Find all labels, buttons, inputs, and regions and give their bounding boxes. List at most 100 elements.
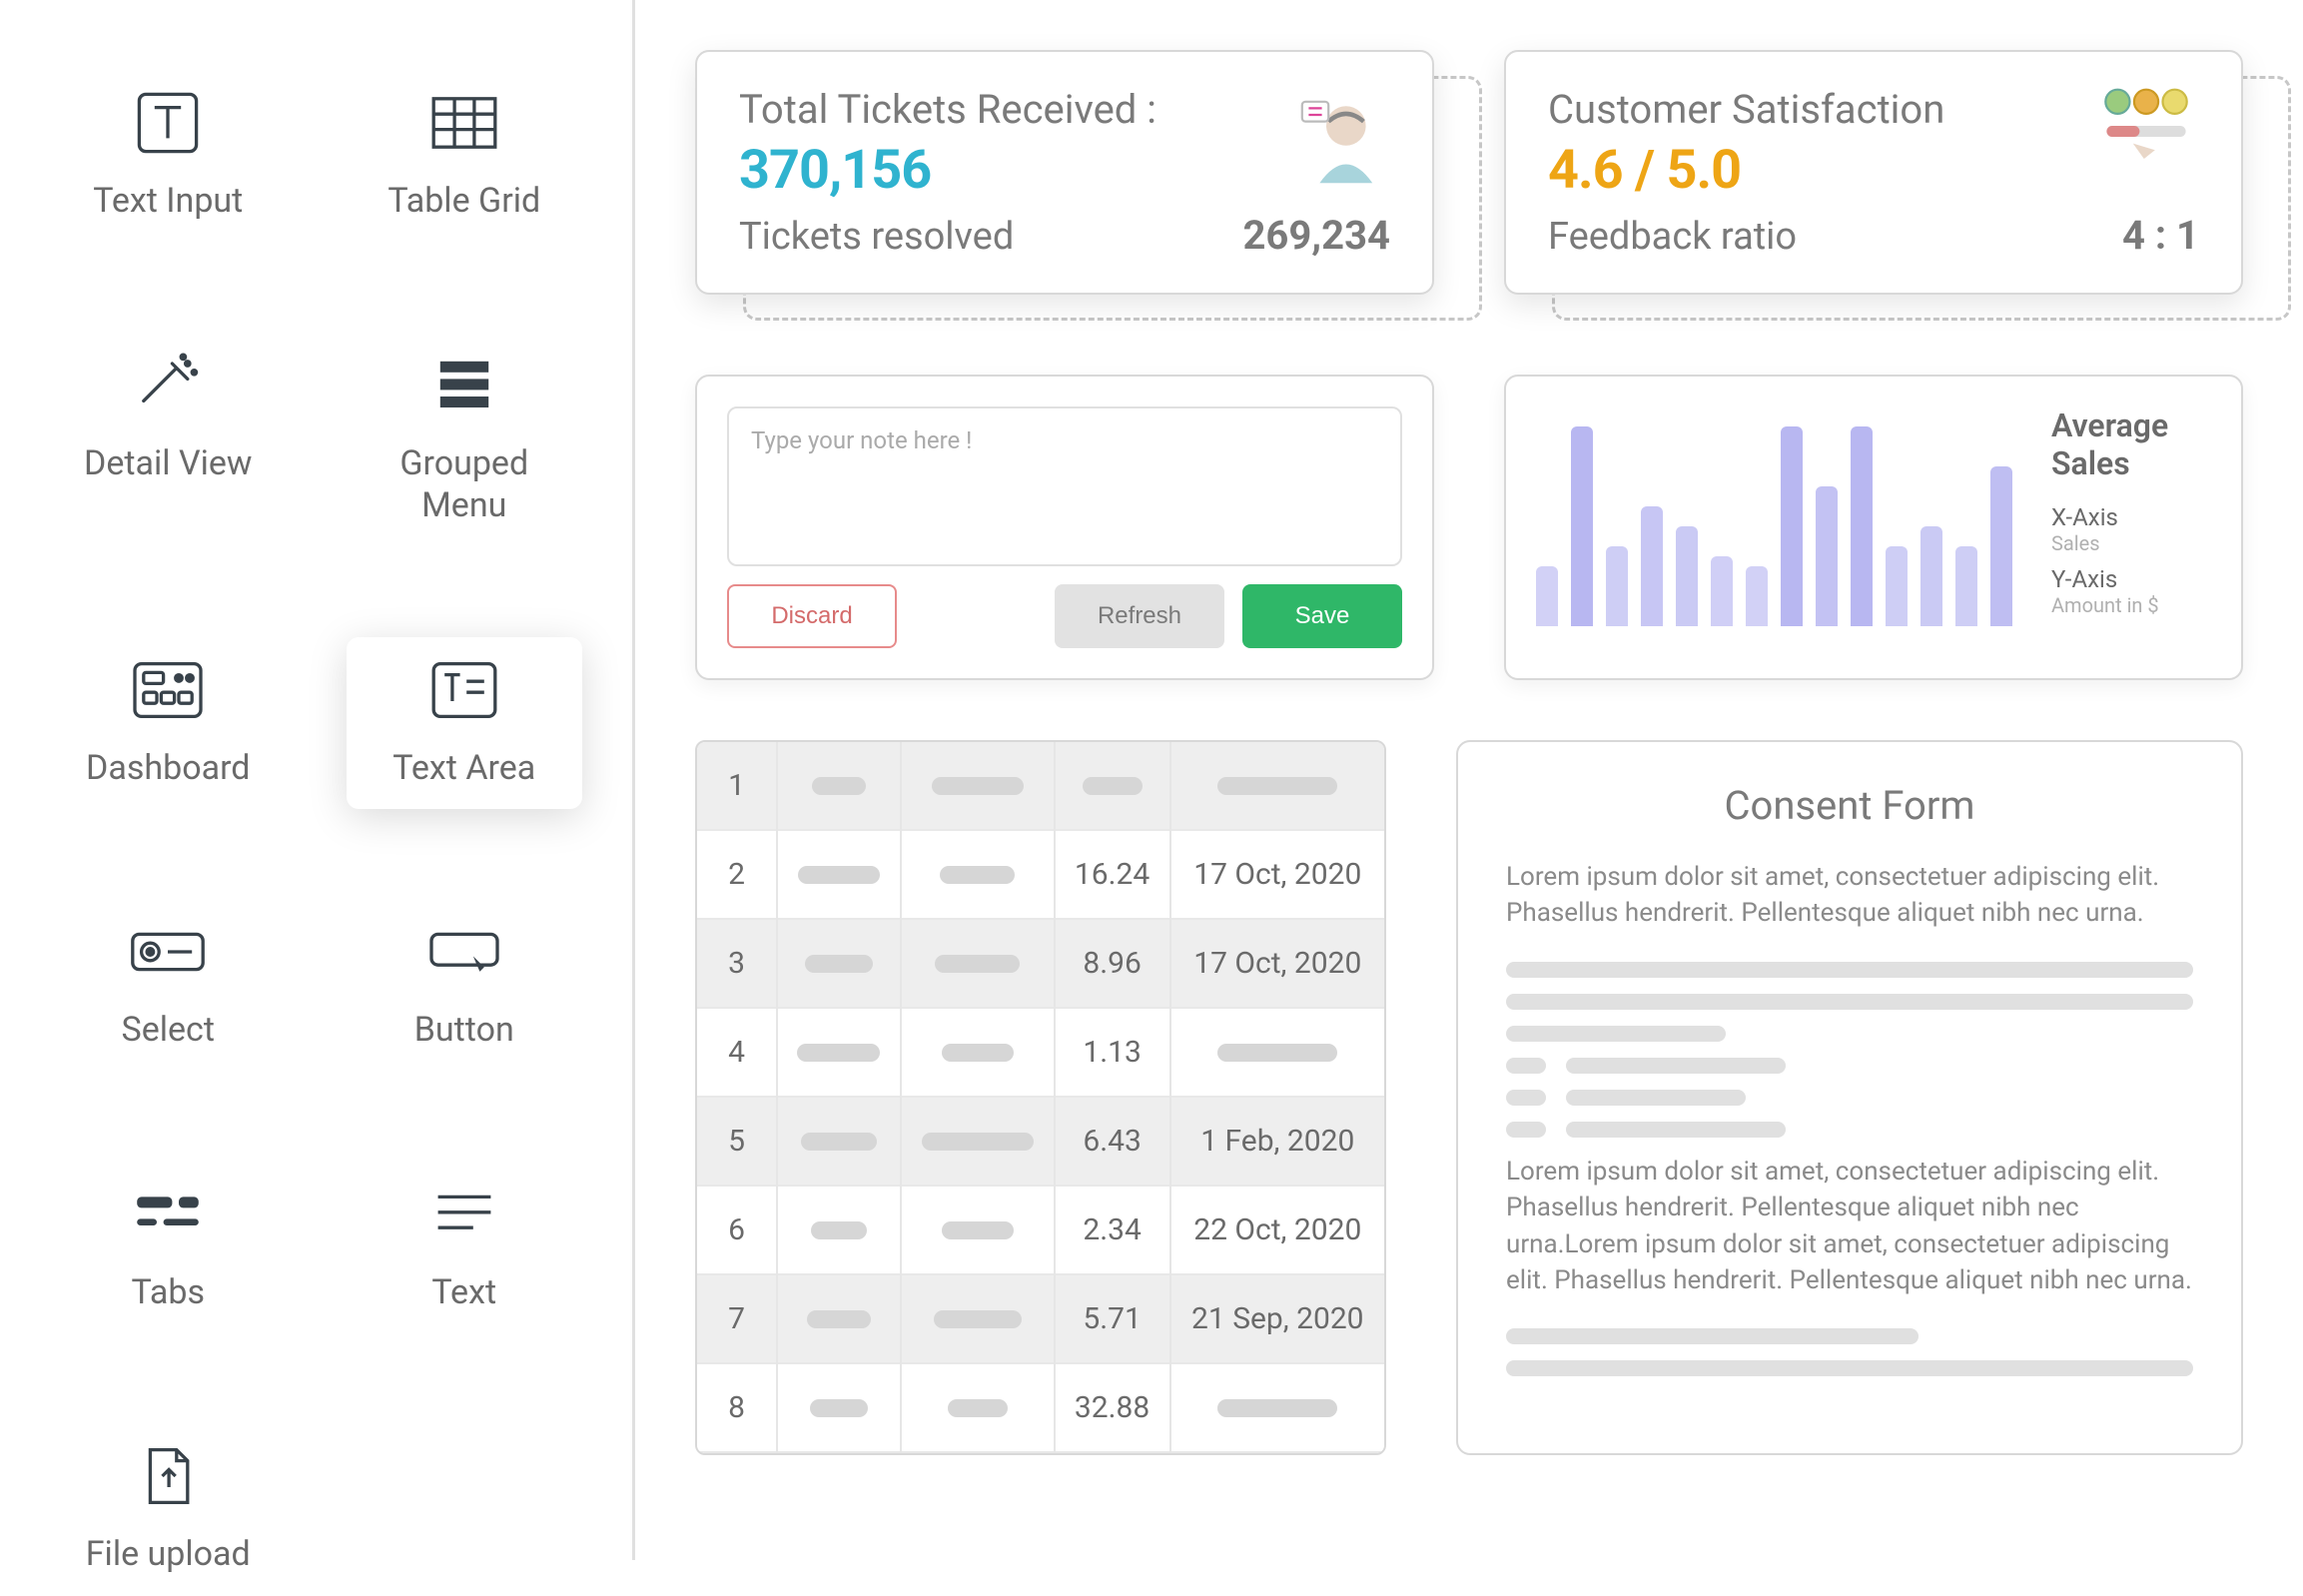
button-icon — [419, 919, 509, 985]
file-upload-icon — [123, 1443, 213, 1509]
cell-placeholder — [777, 830, 901, 919]
cell-placeholder — [901, 830, 1055, 919]
widget-label: Detail View — [84, 442, 252, 485]
table-row[interactable]: 1 — [697, 742, 1384, 830]
placeholder-blob — [1506, 1122, 1546, 1138]
tickets-card[interactable]: Total Tickets Received : 370,156 Tickets… — [695, 50, 1434, 295]
widget-dashboard[interactable]: Dashboard — [50, 637, 287, 810]
form-para-2: Lorem ipsum dolor sit amet, consectetuer… — [1506, 1154, 2193, 1299]
table-row[interactable]: 38.9617 Oct, 2020 — [697, 919, 1384, 1008]
table-row[interactable]: 6 2.3422 Oct, 2020 — [697, 1186, 1384, 1274]
bar-4 — [1641, 506, 1663, 626]
bar-chart — [1536, 406, 2021, 626]
widget-label: File upload — [86, 1533, 251, 1576]
widget-label: Button — [414, 1009, 514, 1052]
text-input-icon — [123, 90, 213, 156]
csat-card[interactable]: Customer Satisfaction 4.6 / 5.0 Feedback… — [1504, 50, 2243, 295]
widget-file-upload[interactable]: File upload — [50, 1423, 287, 1596]
widget-text-area[interactable]: Text Area — [347, 637, 583, 810]
widget-tabs[interactable]: Tabs — [50, 1162, 287, 1334]
bar-13 — [1955, 546, 1977, 626]
cell-value: 2.34 — [1055, 1186, 1170, 1274]
widget-text[interactable]: Text — [347, 1162, 583, 1334]
cell-date: 17 Oct, 2020 — [1170, 830, 1384, 919]
bar-12 — [1920, 526, 1942, 626]
placeholder-blob — [1566, 1058, 1786, 1074]
bar-3 — [1606, 546, 1628, 626]
grouped-menu-icon — [419, 353, 509, 418]
csat-sub-value: 4 : 1 — [2122, 212, 2199, 259]
placeholder-blob — [1506, 1090, 1546, 1106]
cell-placeholder — [901, 1363, 1055, 1452]
cell-placeholder — [777, 919, 901, 1008]
cell-placeholder — [777, 1097, 901, 1186]
bar-2 — [1571, 426, 1593, 626]
widget-detail-view[interactable]: Detail View — [50, 333, 287, 547]
widget-grouped-menu[interactable]: Grouped Menu — [347, 333, 583, 547]
table-row[interactable]: 56.431 Feb, 2020 — [697, 1097, 1384, 1186]
note-textarea[interactable]: Type your note here ! — [727, 406, 1402, 566]
placeholder-line — [1506, 1360, 2193, 1376]
cell-value: 32.88 — [1055, 1363, 1170, 1452]
consent-form: Consent Form Lorem ipsum dolor sit amet,… — [1456, 740, 2243, 1455]
placeholder-line — [1506, 962, 2193, 978]
widget-text-input[interactable]: Text Input — [50, 70, 287, 243]
cell-value: 16.24 — [1055, 830, 1170, 919]
cell-placeholder — [901, 1274, 1055, 1363]
placeholder-line — [1506, 1328, 1919, 1344]
cell-placeholder — [901, 1097, 1055, 1186]
row-index: 3 — [697, 919, 777, 1008]
tickets-sub-label: Tickets resolved — [739, 215, 1014, 259]
widget-button[interactable]: Button — [347, 899, 583, 1072]
tabs-icon — [123, 1182, 213, 1247]
chart-title: Average Sales — [2051, 406, 2211, 483]
x-axis-sub: Sales — [2051, 531, 2211, 555]
row-index: 2 — [697, 830, 777, 919]
widget-label: Grouped Menu — [399, 442, 528, 527]
row-index: 6 — [697, 1186, 777, 1274]
widget-label: Text Input — [93, 180, 243, 223]
y-axis-sub: Amount in $ — [2051, 593, 2211, 617]
chart-card: Average Sales X-Axis Sales Y-Axis Amount… — [1504, 375, 2243, 680]
data-table: 1216.2417 Oct, 202038.9617 Oct, 202041.1… — [695, 740, 1386, 1455]
text-area-icon — [419, 657, 509, 723]
cell-date: 22 Oct, 2020 — [1170, 1186, 1384, 1274]
cell-placeholder — [901, 1008, 1055, 1097]
table-row[interactable]: 75.7121 Sep, 2020 — [697, 1274, 1384, 1363]
tickets-sub-value: 269,234 — [1242, 212, 1390, 259]
table-grid-icon — [419, 90, 509, 156]
y-axis-label: Y-Axis — [2051, 565, 2211, 593]
bar-1 — [1536, 566, 1558, 626]
placeholder-blob — [1566, 1122, 1786, 1138]
csat-sub-label: Feedback ratio — [1548, 215, 1797, 259]
note-card: Type your note here ! Discard Refresh Sa… — [695, 375, 1434, 680]
cell-date — [1170, 742, 1384, 830]
cell-date — [1170, 1008, 1384, 1097]
cell-value: 1.13 — [1055, 1008, 1170, 1097]
bar-9 — [1816, 486, 1838, 626]
bar-10 — [1851, 426, 1873, 626]
cell-placeholder — [901, 919, 1055, 1008]
support-agent-icon — [1282, 82, 1392, 196]
cell-placeholder — [777, 742, 901, 830]
bar-11 — [1886, 546, 1908, 626]
form-para-1: Lorem ipsum dolor sit amet, consectetuer… — [1506, 859, 2193, 932]
cell-date: 17 Oct, 2020 — [1170, 919, 1384, 1008]
widget-select[interactable]: Select — [50, 899, 287, 1072]
widget-table-grid[interactable]: Table Grid — [347, 70, 583, 243]
table-row[interactable]: 2 16.2417 Oct, 2020 — [697, 830, 1384, 919]
save-button[interactable]: Save — [1242, 584, 1402, 648]
refresh-button[interactable]: Refresh — [1055, 584, 1224, 648]
cell-date — [1170, 1363, 1384, 1452]
table-row[interactable]: 832.88 — [697, 1363, 1384, 1452]
discard-button[interactable]: Discard — [727, 584, 897, 648]
cell-value — [1055, 742, 1170, 830]
table-row[interactable]: 41.13 — [697, 1008, 1384, 1097]
cell-value: 6.43 — [1055, 1097, 1170, 1186]
bar-8 — [1781, 426, 1803, 626]
cell-placeholder — [777, 1008, 901, 1097]
bar-6 — [1711, 556, 1733, 626]
cell-placeholder — [777, 1186, 901, 1274]
row-index: 4 — [697, 1008, 777, 1097]
widget-label: Select — [122, 1009, 215, 1052]
